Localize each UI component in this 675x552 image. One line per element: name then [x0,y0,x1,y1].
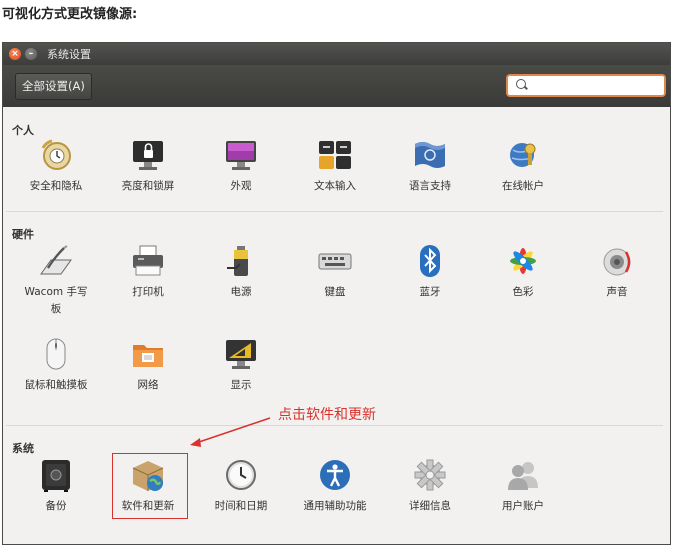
annotation-text: 点击软件和更新 [278,407,376,423]
annotation-arrow [190,417,271,447]
